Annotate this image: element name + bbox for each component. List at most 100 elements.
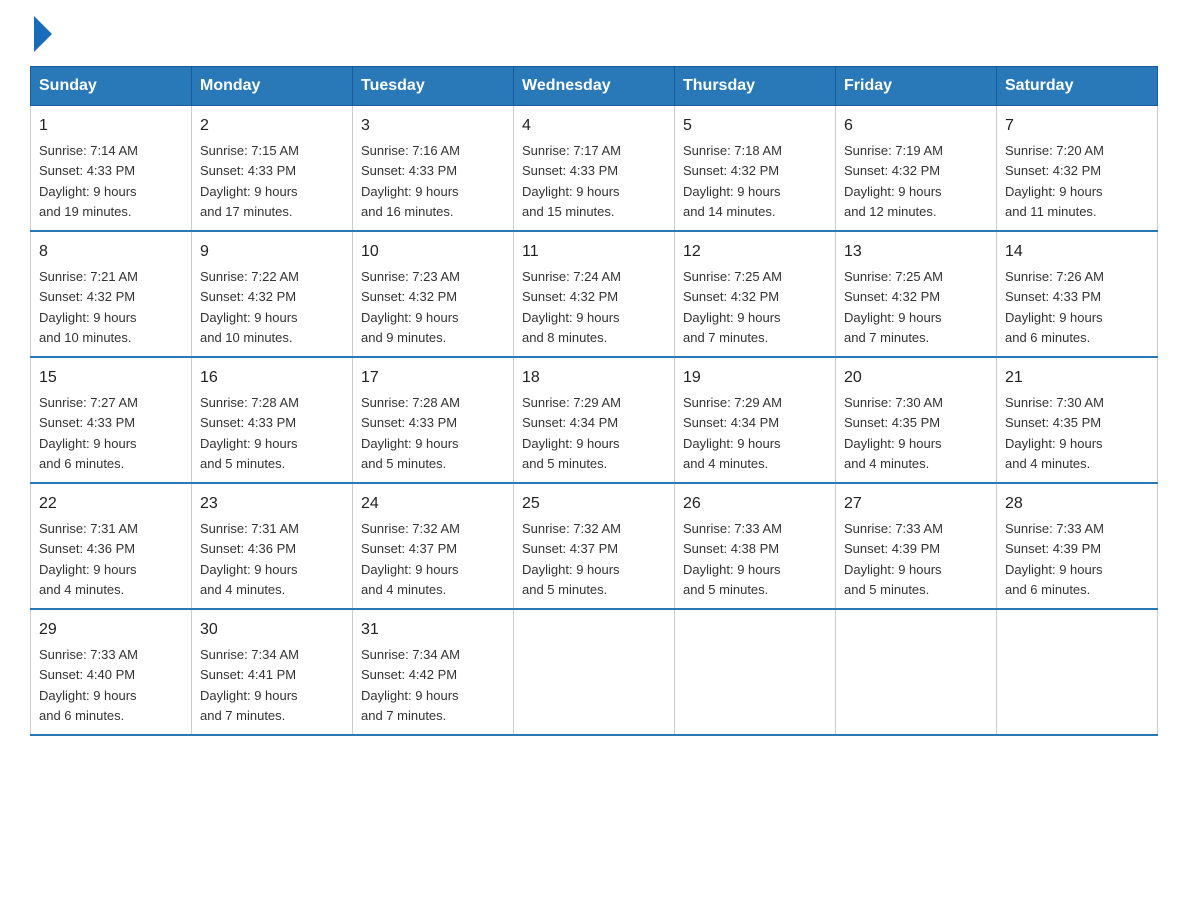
calendar-cell: 12 Sunrise: 7:25 AMSunset: 4:32 PMDayligh… (675, 231, 836, 357)
calendar-cell: 9 Sunrise: 7:22 AMSunset: 4:32 PMDaylight… (192, 231, 353, 357)
day-number: 19 (683, 366, 827, 390)
calendar-week-row: 15 Sunrise: 7:27 AMSunset: 4:33 PMDayligh… (31, 357, 1158, 483)
calendar-cell (675, 609, 836, 735)
day-number: 29 (39, 618, 183, 642)
day-number: 7 (1005, 114, 1149, 138)
logo-arrow-icon (34, 16, 52, 52)
calendar-cell: 21 Sunrise: 7:30 AMSunset: 4:35 PMDayligh… (997, 357, 1158, 483)
day-number: 23 (200, 492, 344, 516)
day-info: Sunrise: 7:32 AMSunset: 4:37 PMDaylight:… (361, 521, 460, 597)
calendar-cell (997, 609, 1158, 735)
day-number: 22 (39, 492, 183, 516)
calendar-cell (514, 609, 675, 735)
day-info: Sunrise: 7:33 AMSunset: 4:38 PMDaylight:… (683, 521, 782, 597)
calendar-cell: 3 Sunrise: 7:16 AMSunset: 4:33 PMDaylight… (353, 106, 514, 232)
day-info: Sunrise: 7:28 AMSunset: 4:33 PMDaylight:… (200, 395, 299, 471)
calendar-cell: 1 Sunrise: 7:14 AMSunset: 4:33 PMDaylight… (31, 106, 192, 232)
day-info: Sunrise: 7:20 AMSunset: 4:32 PMDaylight:… (1005, 143, 1104, 219)
weekday-header-wednesday: Wednesday (514, 67, 675, 106)
calendar-cell: 13 Sunrise: 7:25 AMSunset: 4:32 PMDayligh… (836, 231, 997, 357)
day-info: Sunrise: 7:15 AMSunset: 4:33 PMDaylight:… (200, 143, 299, 219)
calendar-week-row: 29 Sunrise: 7:33 AMSunset: 4:40 PMDayligh… (31, 609, 1158, 735)
calendar-cell: 25 Sunrise: 7:32 AMSunset: 4:37 PMDayligh… (514, 483, 675, 609)
day-info: Sunrise: 7:25 AMSunset: 4:32 PMDaylight:… (844, 269, 943, 345)
day-info: Sunrise: 7:19 AMSunset: 4:32 PMDaylight:… (844, 143, 943, 219)
calendar-cell: 5 Sunrise: 7:18 AMSunset: 4:32 PMDaylight… (675, 106, 836, 232)
day-info: Sunrise: 7:30 AMSunset: 4:35 PMDaylight:… (844, 395, 943, 471)
calendar-cell: 6 Sunrise: 7:19 AMSunset: 4:32 PMDaylight… (836, 106, 997, 232)
calendar-cell: 7 Sunrise: 7:20 AMSunset: 4:32 PMDaylight… (997, 106, 1158, 232)
day-number: 13 (844, 240, 988, 264)
day-number: 25 (522, 492, 666, 516)
day-info: Sunrise: 7:34 AMSunset: 4:41 PMDaylight:… (200, 647, 299, 723)
day-number: 1 (39, 114, 183, 138)
calendar-cell: 27 Sunrise: 7:33 AMSunset: 4:39 PMDayligh… (836, 483, 997, 609)
day-number: 12 (683, 240, 827, 264)
day-number: 27 (844, 492, 988, 516)
day-info: Sunrise: 7:33 AMSunset: 4:39 PMDaylight:… (1005, 521, 1104, 597)
day-info: Sunrise: 7:18 AMSunset: 4:32 PMDaylight:… (683, 143, 782, 219)
day-number: 11 (522, 240, 666, 264)
day-info: Sunrise: 7:27 AMSunset: 4:33 PMDaylight:… (39, 395, 138, 471)
weekday-header-saturday: Saturday (997, 67, 1158, 106)
day-info: Sunrise: 7:14 AMSunset: 4:33 PMDaylight:… (39, 143, 138, 219)
logo (30, 20, 52, 46)
calendar-cell: 24 Sunrise: 7:32 AMSunset: 4:37 PMDayligh… (353, 483, 514, 609)
weekday-header-thursday: Thursday (675, 67, 836, 106)
calendar-cell: 19Sunrise: 7:29 AMSunset: 4:34 PMDayligh… (675, 357, 836, 483)
page-header (30, 20, 1158, 46)
day-number: 31 (361, 618, 505, 642)
weekday-header-sunday: Sunday (31, 67, 192, 106)
calendar-week-row: 1 Sunrise: 7:14 AMSunset: 4:33 PMDaylight… (31, 106, 1158, 232)
day-info: Sunrise: 7:34 AMSunset: 4:42 PMDaylight:… (361, 647, 460, 723)
day-number: 15 (39, 366, 183, 390)
day-number: 16 (200, 366, 344, 390)
day-number: 18 (522, 366, 666, 390)
calendar-cell (836, 609, 997, 735)
day-info: Sunrise: 7:26 AMSunset: 4:33 PMDaylight:… (1005, 269, 1104, 345)
weekday-header-monday: Monday (192, 67, 353, 106)
calendar-cell: 11 Sunrise: 7:24 AMSunset: 4:32 PMDayligh… (514, 231, 675, 357)
calendar-cell: 28Sunrise: 7:33 AMSunset: 4:39 PMDayligh… (997, 483, 1158, 609)
day-info: Sunrise: 7:30 AMSunset: 4:35 PMDaylight:… (1005, 395, 1104, 471)
calendar-table: SundayMondayTuesdayWednesdayThursdayFrid… (30, 66, 1158, 736)
weekday-header-friday: Friday (836, 67, 997, 106)
calendar-cell: 10 Sunrise: 7:23 AMSunset: 4:32 PMDayligh… (353, 231, 514, 357)
day-info: Sunrise: 7:16 AMSunset: 4:33 PMDaylight:… (361, 143, 460, 219)
day-number: 6 (844, 114, 988, 138)
calendar-cell: 31 Sunrise: 7:34 AMSunset: 4:42 PMDayligh… (353, 609, 514, 735)
day-info: Sunrise: 7:22 AMSunset: 4:32 PMDaylight:… (200, 269, 299, 345)
calendar-cell: 23 Sunrise: 7:31 AMSunset: 4:36 PMDayligh… (192, 483, 353, 609)
day-info: Sunrise: 7:17 AMSunset: 4:33 PMDaylight:… (522, 143, 621, 219)
day-number: 21 (1005, 366, 1149, 390)
day-info: Sunrise: 7:24 AMSunset: 4:32 PMDaylight:… (522, 269, 621, 345)
day-info: Sunrise: 7:31 AMSunset: 4:36 PMDaylight:… (39, 521, 138, 597)
calendar-cell: 20 Sunrise: 7:30 AMSunset: 4:35 PMDayligh… (836, 357, 997, 483)
day-info: Sunrise: 7:33 AMSunset: 4:39 PMDaylight:… (844, 521, 943, 597)
calendar-cell: 2 Sunrise: 7:15 AMSunset: 4:33 PMDaylight… (192, 106, 353, 232)
day-number: 2 (200, 114, 344, 138)
day-number: 3 (361, 114, 505, 138)
day-number: 5 (683, 114, 827, 138)
weekday-header-tuesday: Tuesday (353, 67, 514, 106)
day-number: 30 (200, 618, 344, 642)
day-info: Sunrise: 7:25 AMSunset: 4:32 PMDaylight:… (683, 269, 782, 345)
calendar-cell: 26 Sunrise: 7:33 AMSunset: 4:38 PMDayligh… (675, 483, 836, 609)
day-number: 26 (683, 492, 827, 516)
calendar-cell: 22 Sunrise: 7:31 AMSunset: 4:36 PMDayligh… (31, 483, 192, 609)
calendar-cell: 8Sunrise: 7:21 AMSunset: 4:32 PMDaylight… (31, 231, 192, 357)
day-number: 10 (361, 240, 505, 264)
day-number: 17 (361, 366, 505, 390)
day-info: Sunrise: 7:32 AMSunset: 4:37 PMDaylight:… (522, 521, 621, 597)
day-info: Sunrise: 7:33 AMSunset: 4:40 PMDaylight:… (39, 647, 138, 723)
day-info: Sunrise: 7:31 AMSunset: 4:36 PMDaylight:… (200, 521, 299, 597)
day-info: Sunrise: 7:23 AMSunset: 4:32 PMDaylight:… (361, 269, 460, 345)
day-info: Sunrise: 7:29 AMSunset: 4:34 PMDaylight:… (522, 395, 621, 471)
day-number: 9 (200, 240, 344, 264)
day-number: 14 (1005, 240, 1149, 264)
day-number: 24 (361, 492, 505, 516)
calendar-cell: 16 Sunrise: 7:28 AMSunset: 4:33 PMDayligh… (192, 357, 353, 483)
day-number: 4 (522, 114, 666, 138)
calendar-week-row: 22 Sunrise: 7:31 AMSunset: 4:36 PMDayligh… (31, 483, 1158, 609)
day-number: 20 (844, 366, 988, 390)
